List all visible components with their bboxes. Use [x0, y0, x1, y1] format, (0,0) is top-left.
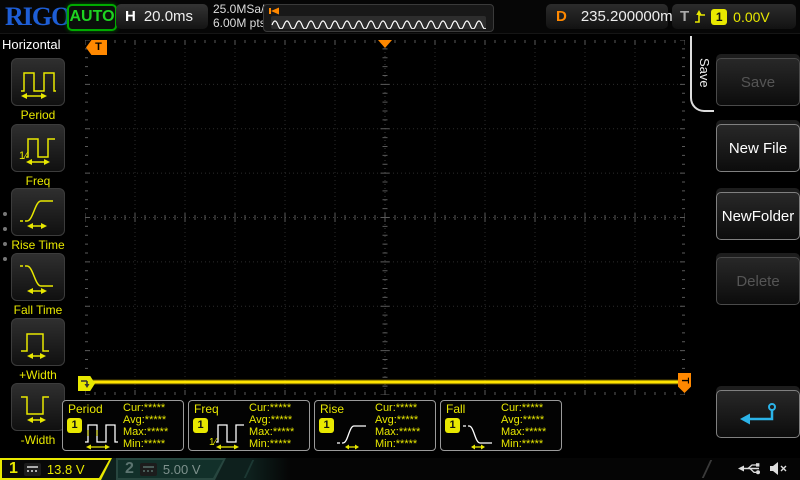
- new-folder-button[interactable]: NewFolder: [716, 192, 800, 240]
- rise-time-icon: [18, 193, 58, 231]
- graticule: [85, 40, 685, 395]
- panel-title: Rise: [320, 402, 344, 416]
- fall-time-button[interactable]: [11, 253, 65, 301]
- horizontal-timebase-box: H 20.0ms: [116, 4, 208, 29]
- delay-offset-box: D 235.200000ms: [546, 4, 668, 29]
- sidebar-item-fall-time[interactable]: Fall Time: [0, 253, 76, 317]
- waveform-memory-preview: [263, 4, 494, 32]
- period-button[interactable]: [11, 58, 65, 106]
- fall-time-icon: [461, 416, 499, 450]
- measurement-values: Cur:***** Avg:***** Max:***** Min:*****: [375, 402, 420, 450]
- trigger-status-box: T 1 0.00V: [672, 4, 796, 29]
- channel-badge: 1: [445, 418, 460, 433]
- trigger-channel-badge: 1: [711, 9, 727, 25]
- slot-divider: [688, 460, 712, 478]
- channel1-scale: 13.8 V: [47, 462, 85, 477]
- left-sidebar-title: Horizontal: [2, 37, 61, 52]
- trigger-left-arrow-icon: [268, 7, 280, 15]
- measurement-panel-freq: Freq 1 1⁄ Cur:***** Avg:***** Max:***** …: [188, 400, 310, 451]
- minus-width-icon: [18, 388, 58, 426]
- measurement-values: Cur:***** Avg:***** Max:***** Min:*****: [249, 402, 294, 450]
- trigger-level-value: 0.00V: [733, 9, 770, 25]
- channel1-number: 1: [9, 460, 18, 478]
- horizontal-label: H: [125, 8, 136, 25]
- rise-time-button[interactable]: [11, 188, 65, 236]
- channel-badge: 1: [67, 418, 82, 433]
- channel-badge: 1: [193, 418, 208, 433]
- sidebar-item-label: Period: [0, 108, 76, 122]
- fall-time-icon: [18, 258, 58, 296]
- slot-divider: [230, 460, 254, 478]
- run-status-badge: AUTO: [67, 4, 117, 31]
- channel2-scale: 5.00 V: [163, 462, 201, 477]
- back-button[interactable]: [716, 390, 800, 438]
- sidebar-item-freq[interactable]: 1⁄ Freq: [0, 124, 76, 188]
- sidebar-item-label: +Width: [0, 368, 76, 382]
- measurement-values: Cur:***** Avg:***** Max:***** Min:*****: [501, 402, 546, 450]
- sidebar-item-period[interactable]: Period: [0, 58, 76, 122]
- sidebar-item-label: Freq: [0, 174, 76, 188]
- timebase-value: 20.0ms: [144, 8, 193, 25]
- delay-label: D: [556, 8, 567, 25]
- memory-depth: 6.00M pts: [213, 16, 270, 30]
- sidebar-item-plus-width[interactable]: +Width: [0, 318, 76, 382]
- panel-title: Period: [68, 402, 103, 416]
- channel2-number: 2: [125, 460, 134, 478]
- new-file-button[interactable]: New File: [716, 124, 800, 172]
- save-button[interactable]: Save: [716, 58, 800, 106]
- minus-width-button[interactable]: [11, 383, 65, 431]
- oscilloscope-screen: RIGOL AUTO H 20.0ms 25.0MSa/s 6.00M pts …: [0, 0, 800, 480]
- dc-coupling-icon: [24, 463, 41, 476]
- sidebar-item-rise-time[interactable]: Rise Time: [0, 188, 76, 252]
- panel-title: Fall: [446, 402, 465, 416]
- delay-value: 235.200000ms: [581, 8, 680, 25]
- measurement-panel-period: Period 1 Cur:***** Avg:***** Max:***** M…: [62, 400, 184, 451]
- preview-window: [271, 16, 486, 29]
- rising-edge-icon: [694, 9, 707, 25]
- sidebar-scroll-indicator: [3, 212, 9, 272]
- top-status-bar: RIGOL AUTO H 20.0ms 25.0MSa/s 6.00M pts …: [0, 0, 800, 34]
- freq-button[interactable]: 1⁄: [11, 124, 65, 172]
- usb-icon: [738, 462, 762, 475]
- period-icon: [83, 416, 121, 450]
- measurement-panel-fall: Fall 1 Cur:***** Avg:***** Max:***** Min…: [440, 400, 562, 451]
- acquisition-info: 25.0MSa/s 6.00M pts: [213, 2, 270, 30]
- sidebar-item-label: Rise Time: [0, 238, 76, 252]
- frequency-icon: 1⁄: [18, 129, 58, 167]
- preview-sine-wave: [271, 16, 486, 29]
- dc-coupling-icon: [140, 463, 157, 476]
- channel2-status[interactable]: 2 5.00 V: [116, 458, 226, 480]
- plus-width-icon: [18, 323, 58, 361]
- sample-rate: 25.0MSa/s: [213, 2, 270, 16]
- return-arrow-icon: [736, 401, 780, 427]
- speaker-muted-icon: [769, 461, 788, 476]
- frequency-icon: 1⁄: [209, 416, 247, 450]
- plus-width-button[interactable]: [11, 318, 65, 366]
- delete-button[interactable]: Delete: [716, 257, 800, 305]
- trigger-label: T: [680, 8, 689, 25]
- sidebar-item-label: Fall Time: [0, 303, 76, 317]
- bottom-status-bar: 1 13.8 V 2 5.: [0, 458, 800, 480]
- channel-badge: 1: [319, 418, 334, 433]
- measurement-values: Cur:***** Avg:***** Max:***** Min:*****: [123, 402, 168, 450]
- waveform-display-grid: T T: [85, 40, 685, 395]
- menu-tab-save: Save: [690, 36, 714, 112]
- measurement-panel-rise: Rise 1 Cur:***** Avg:***** Max:***** Min…: [314, 400, 436, 451]
- rise-time-icon: [335, 416, 373, 450]
- trigger-center-marker-icon: [378, 40, 392, 48]
- panel-title: Freq: [194, 402, 219, 416]
- channel1-status[interactable]: 1 13.8 V: [0, 458, 112, 480]
- period-icon: [18, 63, 58, 101]
